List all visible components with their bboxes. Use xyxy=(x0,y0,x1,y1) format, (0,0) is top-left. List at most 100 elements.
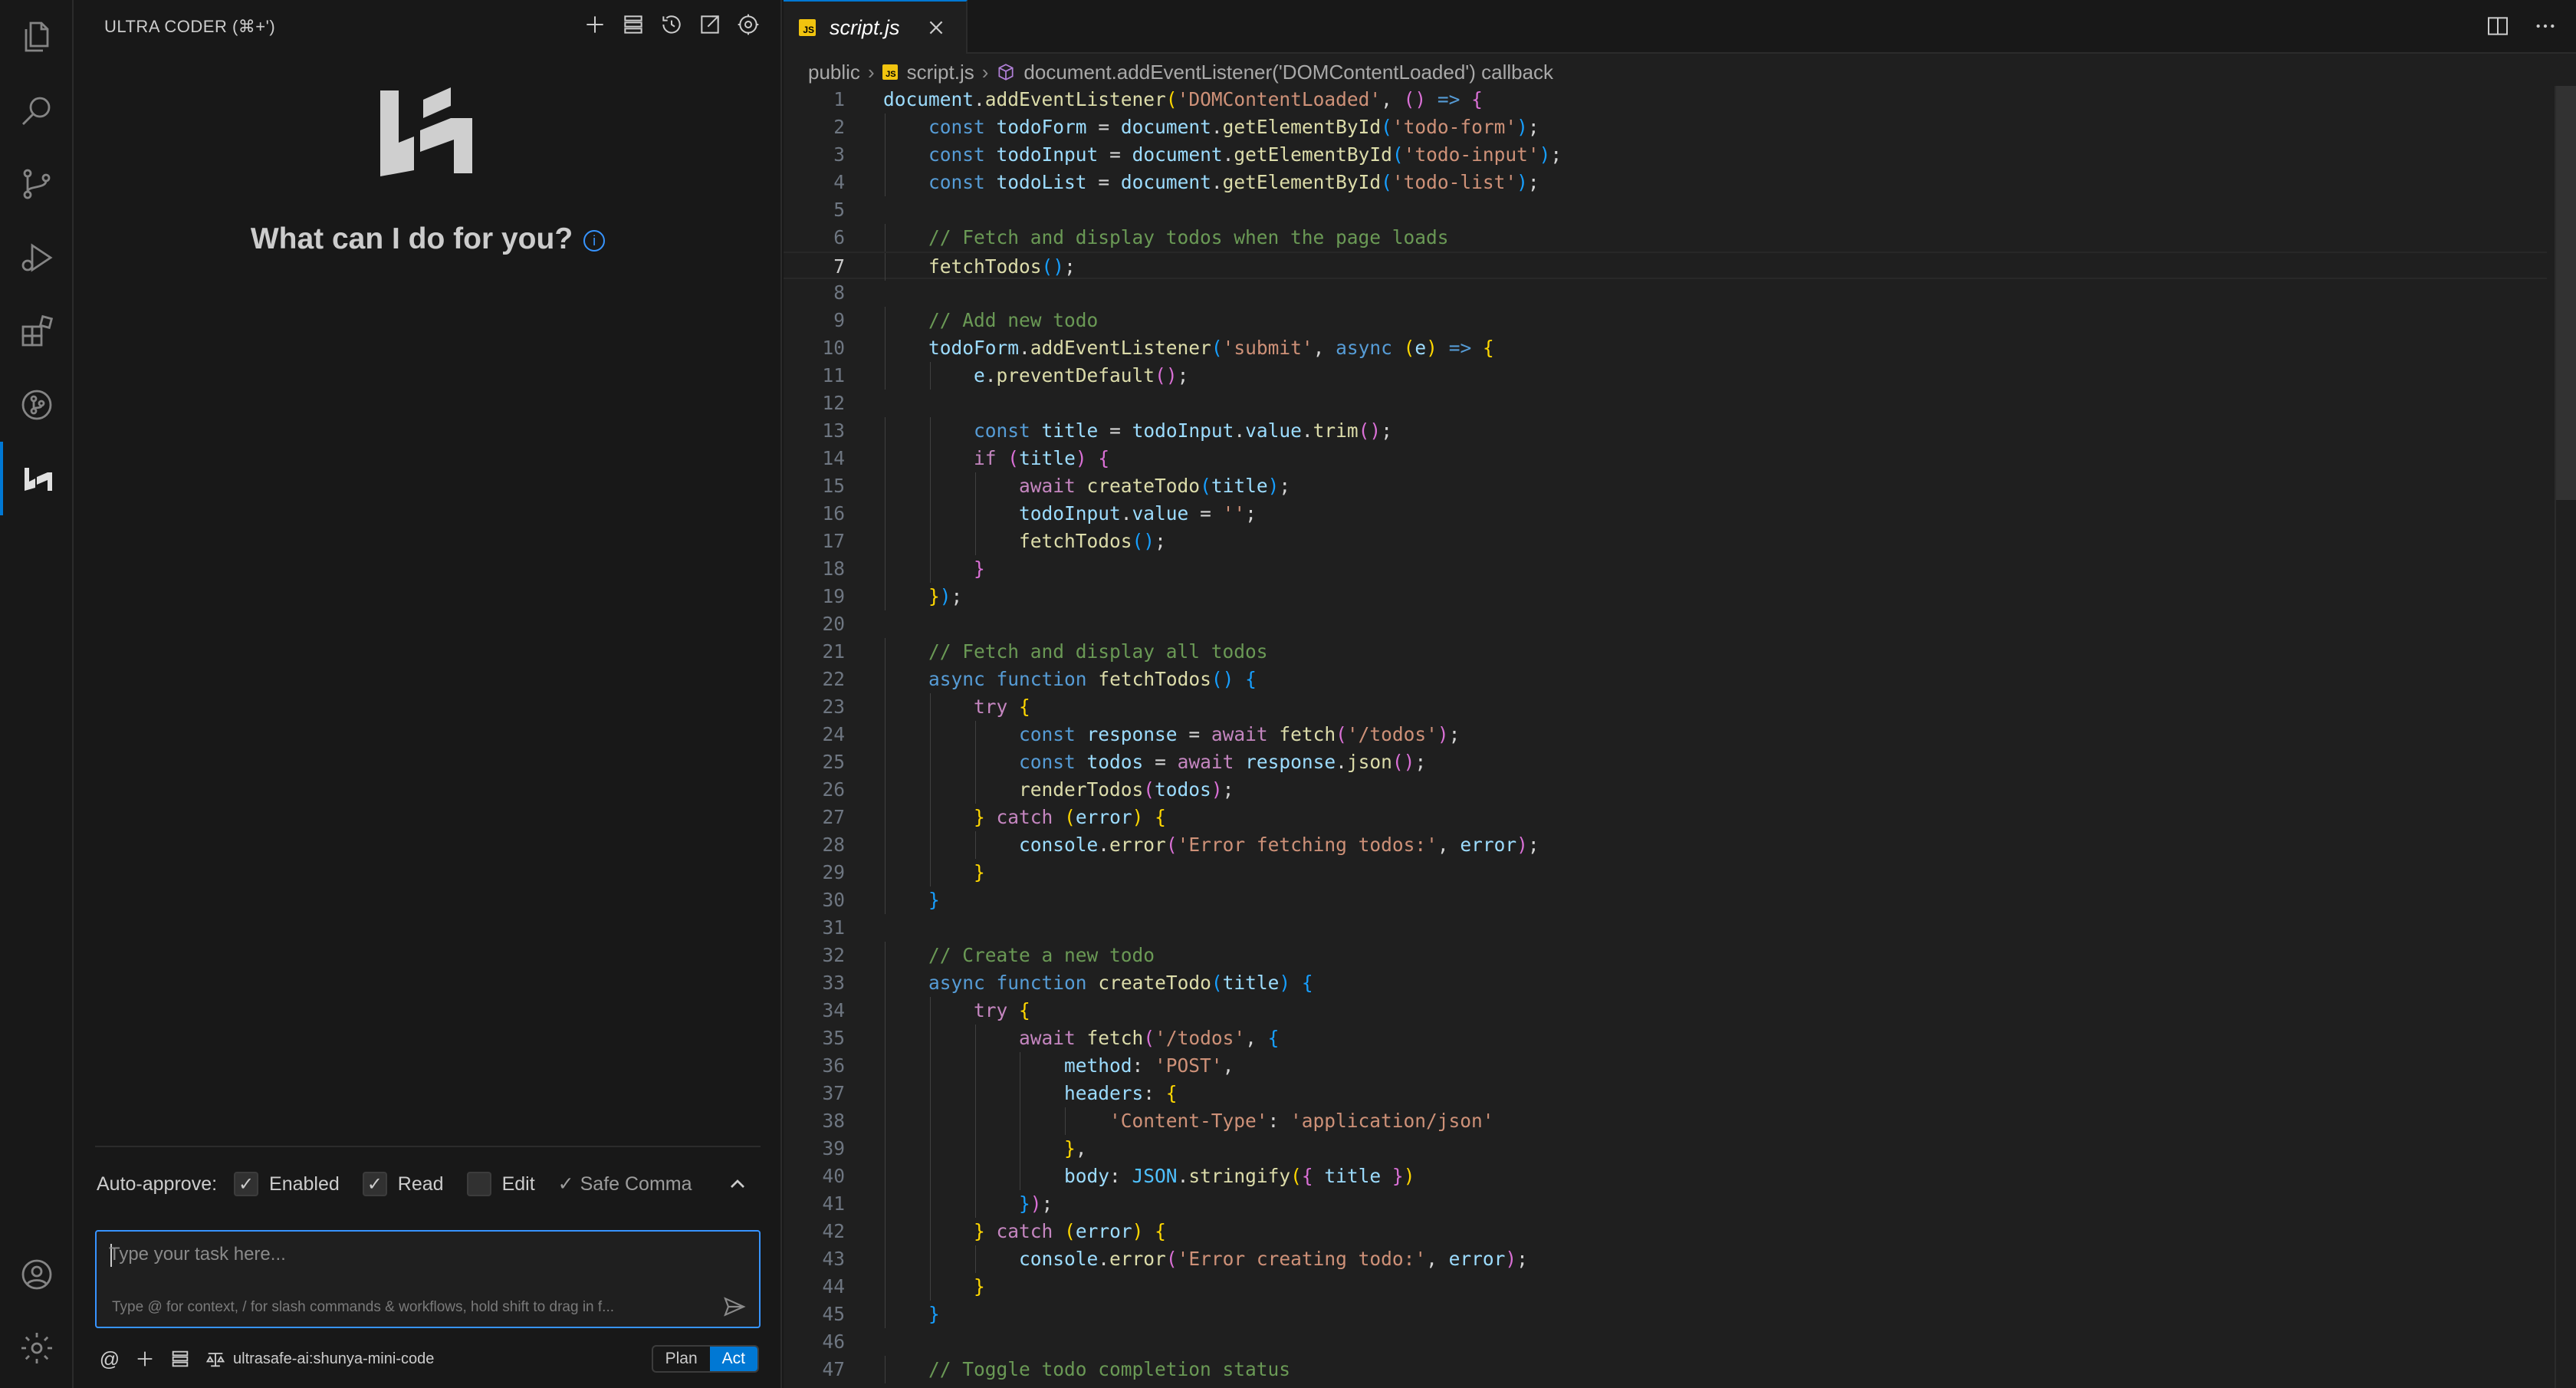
code-line[interactable]: 28 console.error('Error fetching todos:'… xyxy=(784,831,2547,859)
code-line[interactable]: 9 // Add new todo xyxy=(784,307,2547,334)
auto-approve-enabled[interactable]: ✓ Enabled xyxy=(234,1172,340,1196)
code-line[interactable]: 2 const todoForm = document.getElementBy… xyxy=(784,113,2547,141)
code-line[interactable]: 18 } xyxy=(784,555,2547,583)
code-line[interactable]: 25 const todos = await response.json(); xyxy=(784,748,2547,776)
extensions-button[interactable] xyxy=(0,294,74,368)
code-text: } catch (error) { xyxy=(974,1220,1166,1242)
code-line[interactable]: 20 xyxy=(784,610,2547,638)
code-line[interactable]: 46 xyxy=(784,1328,2547,1356)
new-task-button[interactable] xyxy=(581,11,609,38)
breadcrumb-folder[interactable]: public xyxy=(808,61,860,84)
code-text: // Create a new todo xyxy=(928,944,1155,966)
code-line[interactable]: 8 xyxy=(784,279,2547,307)
activity-bar xyxy=(0,0,74,1388)
history-button[interactable] xyxy=(658,11,685,38)
code-line[interactable]: 21 // Fetch and display all todos xyxy=(784,638,2547,666)
line-number: 41 xyxy=(822,1192,845,1215)
open-in-editor-button[interactable] xyxy=(696,11,724,38)
code-text: async function createTodo(title) { xyxy=(928,972,1313,994)
code-line[interactable]: 14 if (title) { xyxy=(784,445,2547,472)
code-line[interactable]: 16 todoInput.value = ''; xyxy=(784,500,2547,528)
split-editor-icon[interactable] xyxy=(2486,14,2510,38)
code-editor[interactable]: 1 document.addEventListener('DOMContentLo… xyxy=(784,86,2547,1383)
line-number: 17 xyxy=(822,530,845,552)
run-debug-button[interactable] xyxy=(0,221,74,294)
code-line[interactable]: 26 renderTodos(todos); xyxy=(784,776,2547,804)
code-line[interactable]: 13 const title = todoInput.value.trim(); xyxy=(784,417,2547,445)
code-line[interactable]: 5 xyxy=(784,196,2547,224)
code-line[interactable]: 39 }, xyxy=(784,1135,2547,1163)
code-line[interactable]: 10 todoForm.addEventListener('submit', a… xyxy=(784,334,2547,362)
code-line[interactable]: 42 } catch (error) { xyxy=(784,1218,2547,1245)
code-line[interactable]: 29 } xyxy=(784,859,2547,886)
breadcrumb-file[interactable]: script.js xyxy=(907,61,974,84)
auto-approve-read[interactable]: ✓ Read xyxy=(362,1172,444,1196)
code-line[interactable]: 45 } xyxy=(784,1301,2547,1328)
vscode-window: ULTRA CODER (⌘+') What can I do for you?… xyxy=(0,0,2576,1388)
plan-act-toggle[interactable]: Plan Act xyxy=(651,1345,759,1373)
code-line[interactable]: 1 document.addEventListener('DOMContentLo… xyxy=(784,86,2547,113)
ultra-coder-logo-icon xyxy=(380,87,472,176)
edit-checkbox[interactable] xyxy=(466,1172,491,1196)
code-line[interactable]: 41 }); xyxy=(784,1190,2547,1218)
act-mode-button[interactable]: Act xyxy=(709,1347,757,1371)
line-number: 31 xyxy=(822,916,845,939)
model-name[interactable]: ultrasafe-ai:shunya-mini-code xyxy=(233,1350,434,1368)
ultra-coder-button[interactable] xyxy=(0,442,74,515)
add-files-button[interactable] xyxy=(132,1346,158,1372)
mcp-servers-button[interactable] xyxy=(619,11,647,38)
task-input[interactable] xyxy=(109,1239,738,1270)
code-line[interactable]: 38 'Content-Type': 'application/json' xyxy=(784,1107,2547,1135)
code-line[interactable]: 47 // Toggle todo completion status xyxy=(784,1356,2547,1383)
code-line[interactable]: 44 } xyxy=(784,1273,2547,1301)
chevron-up-icon[interactable] xyxy=(725,1172,750,1196)
model-selector-button[interactable] xyxy=(202,1346,228,1372)
code-line[interactable]: 36 method: 'POST', xyxy=(784,1052,2547,1080)
code-line[interactable]: 15 await createTodo(title); xyxy=(784,472,2547,500)
source-control-button[interactable] xyxy=(0,147,74,221)
manage-button[interactable] xyxy=(0,1311,74,1385)
enabled-checkbox[interactable]: ✓ xyxy=(234,1172,259,1196)
code-line[interactable]: 6 // Fetch and display todos when the pa… xyxy=(784,224,2547,252)
code-line[interactable]: 23 try { xyxy=(784,693,2547,721)
add-context-button[interactable]: @ xyxy=(97,1346,123,1372)
code-line[interactable]: 30 } xyxy=(784,886,2547,914)
code-line[interactable]: 12 xyxy=(784,390,2547,417)
git-graph-button[interactable] xyxy=(0,368,74,442)
breadcrumb-symbol[interactable]: document.addEventListener('DOMContentLoa… xyxy=(1024,61,1553,84)
explorer-button[interactable] xyxy=(0,0,74,74)
code-line[interactable]: 17 fetchTodos(); xyxy=(784,528,2547,555)
code-line[interactable]: 43 console.error('Error creating todo:',… xyxy=(784,1245,2547,1273)
close-icon[interactable] xyxy=(926,18,946,38)
plan-mode-button[interactable]: Plan xyxy=(653,1347,710,1371)
code-line[interactable]: 32 // Create a new todo xyxy=(784,942,2547,969)
code-line[interactable]: 3 const todoInput = document.getElementB… xyxy=(784,141,2547,169)
info-icon[interactable]: i xyxy=(583,229,606,252)
code-line[interactable]: 22 async function fetchTodos() { xyxy=(784,666,2547,693)
code-line[interactable]: 33 async function createTodo(title) { xyxy=(784,969,2547,997)
send-icon[interactable] xyxy=(722,1294,747,1319)
safe-commands-item[interactable]: ✓ Safe Comma xyxy=(558,1173,696,1196)
code-line[interactable]: 40 body: JSON.stringify({ title }) xyxy=(784,1163,2547,1190)
more-actions-icon[interactable] xyxy=(2533,14,2558,38)
search-button[interactable] xyxy=(0,74,74,147)
panel-settings-button[interactable] xyxy=(734,11,762,38)
auto-approve-bar[interactable]: Auto-approve: ✓ Enabled ✓ Read Edit ✓ Sa… xyxy=(97,1169,764,1199)
code-line[interactable]: 19 }); xyxy=(784,583,2547,610)
code-line[interactable]: 31 xyxy=(784,914,2547,942)
code-line[interactable]: 7 fetchTodos(); xyxy=(784,252,2547,281)
read-checkbox[interactable]: ✓ xyxy=(362,1172,387,1196)
code-line[interactable]: 24 const response = await fetch('/todos'… xyxy=(784,721,2547,748)
mcp-button[interactable] xyxy=(167,1346,193,1372)
tab-script-js[interactable]: JS script.js xyxy=(784,0,968,54)
task-input-box[interactable]: Type @ for context, / for slash commands… xyxy=(95,1230,761,1328)
code-line[interactable]: 11 e.preventDefault(); xyxy=(784,362,2547,390)
auto-approve-edit[interactable]: Edit xyxy=(466,1172,535,1196)
code-line[interactable]: 27 } catch (error) { xyxy=(784,804,2547,831)
code-line[interactable]: 34 try { xyxy=(784,997,2547,1025)
account-button[interactable] xyxy=(0,1238,74,1311)
editor-scrollbar[interactable] xyxy=(2556,86,2576,500)
code-line[interactable]: 35 await fetch('/todos', { xyxy=(784,1025,2547,1052)
code-line[interactable]: 37 headers: { xyxy=(784,1080,2547,1107)
code-line[interactable]: 4 const todoList = document.getElementBy… xyxy=(784,169,2547,196)
